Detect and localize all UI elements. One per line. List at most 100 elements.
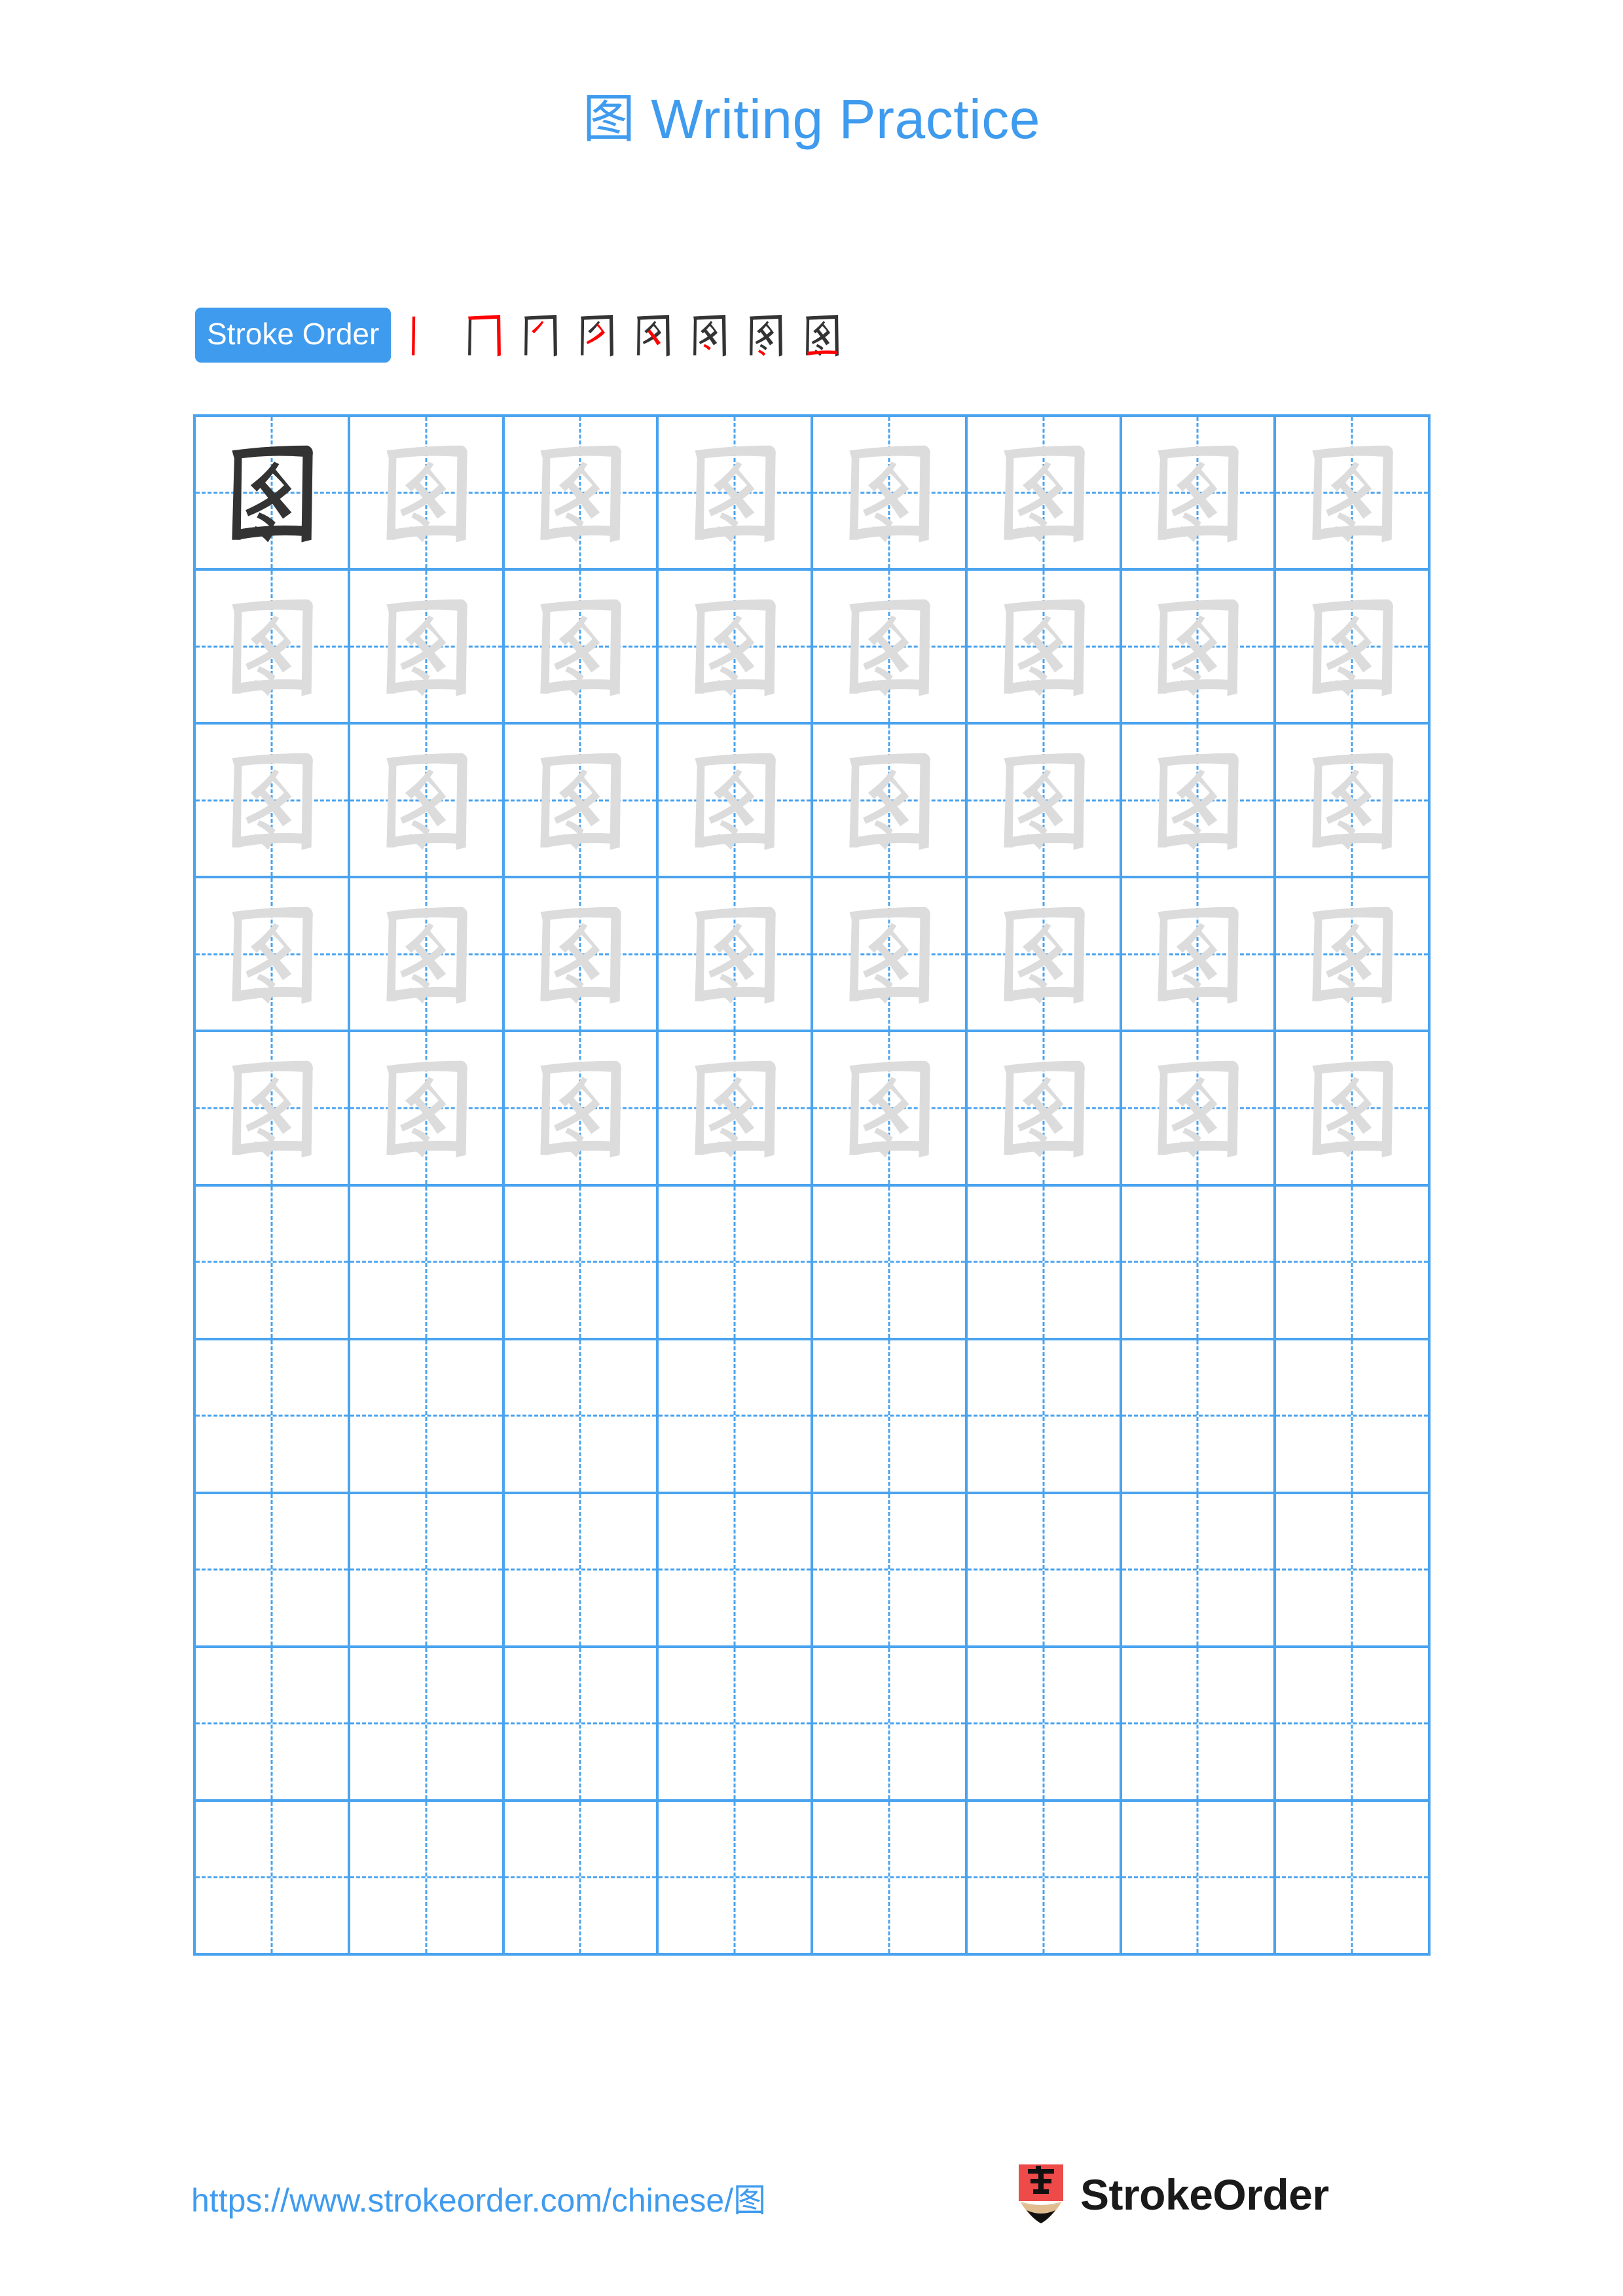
practice-cell-r9-c1[interactable] — [196, 1647, 350, 1802]
practice-cell-r1-c7[interactable] — [1122, 417, 1277, 571]
practice-cell-r5-c4[interactable] — [659, 1032, 813, 1187]
practice-cell-r2-c2[interactable] — [350, 571, 505, 725]
practice-cell-r9-c2[interactable] — [350, 1647, 505, 1802]
practice-cell-r5-c6[interactable] — [967, 1032, 1122, 1187]
practice-cell-r7-c6[interactable] — [967, 1340, 1122, 1494]
practice-cell-r3-c5[interactable] — [813, 725, 968, 879]
practice-cell-r5-c7[interactable] — [1122, 1032, 1277, 1187]
practice-cell-r7-c2[interactable] — [350, 1340, 505, 1494]
practice-cell-r7-c3[interactable] — [504, 1340, 659, 1494]
practice-cell-r1-c4[interactable] — [659, 417, 813, 571]
model-character — [196, 417, 348, 568]
practice-cell-r8-c7[interactable] — [1122, 1494, 1277, 1648]
practice-cell-r9-c4[interactable] — [659, 1647, 813, 1802]
practice-cell-r7-c4[interactable] — [659, 1340, 813, 1494]
practice-cell-r4-c1[interactable] — [196, 878, 350, 1033]
practice-cell-r6-c6[interactable] — [967, 1186, 1122, 1340]
trace-character — [196, 1032, 348, 1183]
practice-cell-r10-c3[interactable] — [504, 1801, 659, 1956]
practice-cell-r7-c8[interactable] — [1276, 1340, 1431, 1494]
practice-cell-r2-c6[interactable] — [967, 571, 1122, 725]
practice-cell-r5-c5[interactable] — [813, 1032, 968, 1187]
practice-cell-r10-c8[interactable] — [1276, 1801, 1431, 1956]
stroke-step-8-glyph — [806, 315, 839, 357]
practice-cell-r6-c4[interactable] — [659, 1186, 813, 1340]
practice-cell-r10-c1[interactable] — [196, 1801, 350, 1956]
guide-horizontal — [659, 1876, 811, 1878]
practice-cell-r9-c8[interactable] — [1276, 1647, 1431, 1802]
trace-character — [813, 417, 965, 568]
practice-cell-r5-c3[interactable] — [504, 1032, 659, 1187]
practice-cell-r3-c6[interactable] — [967, 725, 1122, 879]
practice-cell-r2-c4[interactable] — [659, 571, 813, 725]
page-title-character: 图 — [583, 88, 636, 149]
practice-cell-r4-c5[interactable] — [813, 878, 968, 1033]
trace-character — [350, 725, 502, 876]
practice-cell-r4-c7[interactable] — [1122, 878, 1277, 1033]
practice-cell-r6-c3[interactable] — [504, 1186, 659, 1340]
practice-cell-r8-c2[interactable] — [350, 1494, 505, 1648]
footer-url[interactable]: https://www.strokeorder.com/chinese/图 — [191, 2184, 766, 2217]
practice-cell-r6-c5[interactable] — [813, 1186, 968, 1340]
practice-cell-r3-c7[interactable] — [1122, 725, 1277, 879]
practice-cell-r6-c7[interactable] — [1122, 1186, 1277, 1340]
guide-horizontal — [813, 1722, 965, 1725]
trace-character — [659, 725, 811, 876]
practice-cell-r9-c7[interactable] — [1122, 1647, 1277, 1802]
practice-cell-r6-c8[interactable] — [1276, 1186, 1431, 1340]
practice-cell-r4-c4[interactable] — [659, 878, 813, 1033]
trace-character — [350, 878, 502, 1030]
practice-cell-r6-c2[interactable] — [350, 1186, 505, 1340]
practice-cell-r3-c8[interactable] — [1276, 725, 1431, 879]
practice-cell-r8-c6[interactable] — [967, 1494, 1122, 1648]
practice-cell-r3-c1[interactable] — [196, 725, 350, 879]
practice-cell-r10-c2[interactable] — [350, 1801, 505, 1956]
practice-cell-r8-c3[interactable] — [504, 1494, 659, 1648]
practice-cell-r3-c3[interactable] — [504, 725, 659, 879]
practice-cell-r6-c1[interactable] — [196, 1186, 350, 1340]
practice-cell-r1-c3[interactable] — [504, 417, 659, 571]
practice-cell-r8-c5[interactable] — [813, 1494, 968, 1648]
guide-horizontal — [1276, 1876, 1428, 1878]
practice-cell-r1-c2[interactable] — [350, 417, 505, 571]
practice-cell-r7-c1[interactable] — [196, 1340, 350, 1494]
practice-cell-r4-c3[interactable] — [504, 878, 659, 1033]
practice-cell-r9-c3[interactable] — [504, 1647, 659, 1802]
practice-cell-r1-c1[interactable] — [196, 417, 350, 571]
practice-cell-r2-c1[interactable] — [196, 571, 350, 725]
practice-cell-r3-c4[interactable] — [659, 725, 813, 879]
practice-cell-r4-c6[interactable] — [967, 878, 1122, 1033]
practice-cell-r2-c8[interactable] — [1276, 571, 1431, 725]
practice-cell-r10-c6[interactable] — [967, 1801, 1122, 1956]
trace-character — [1122, 1032, 1274, 1183]
practice-cell-r10-c5[interactable] — [813, 1801, 968, 1956]
practice-cell-r7-c7[interactable] — [1122, 1340, 1277, 1494]
practice-cell-r2-c3[interactable] — [504, 571, 659, 725]
practice-cell-r2-c5[interactable] — [813, 571, 968, 725]
guide-horizontal — [813, 1568, 965, 1571]
practice-cell-r5-c2[interactable] — [350, 1032, 505, 1187]
practice-cell-r3-c2[interactable] — [350, 725, 505, 879]
guide-horizontal — [504, 1722, 657, 1725]
practice-cell-r7-c5[interactable] — [813, 1340, 968, 1494]
guide-horizontal — [1276, 1261, 1428, 1263]
practice-cell-r9-c5[interactable] — [813, 1647, 968, 1802]
practice-cell-r1-c5[interactable] — [813, 417, 968, 571]
practice-cell-r4-c2[interactable] — [350, 878, 505, 1033]
trace-character — [813, 1032, 965, 1183]
practice-cell-r10-c7[interactable] — [1122, 1801, 1277, 1956]
practice-cell-r1-c6[interactable] — [967, 417, 1122, 571]
practice-cell-r8-c1[interactable] — [196, 1494, 350, 1648]
practice-cell-r4-c8[interactable] — [1276, 878, 1431, 1033]
stroke-order-steps — [400, 305, 850, 365]
practice-cell-r5-c1[interactable] — [196, 1032, 350, 1187]
practice-cell-r1-c8[interactable] — [1276, 417, 1431, 571]
practice-cell-r2-c7[interactable] — [1122, 571, 1277, 725]
footer-logo[interactable]: StrokeOrder — [1016, 2164, 1329, 2224]
practice-cell-r8-c4[interactable] — [659, 1494, 813, 1648]
practice-cell-r10-c4[interactable] — [659, 1801, 813, 1956]
practice-cell-r8-c8[interactable] — [1276, 1494, 1431, 1648]
practice-cell-r9-c6[interactable] — [967, 1647, 1122, 1802]
practice-cell-r5-c8[interactable] — [1276, 1032, 1431, 1187]
guide-horizontal — [196, 1876, 348, 1878]
